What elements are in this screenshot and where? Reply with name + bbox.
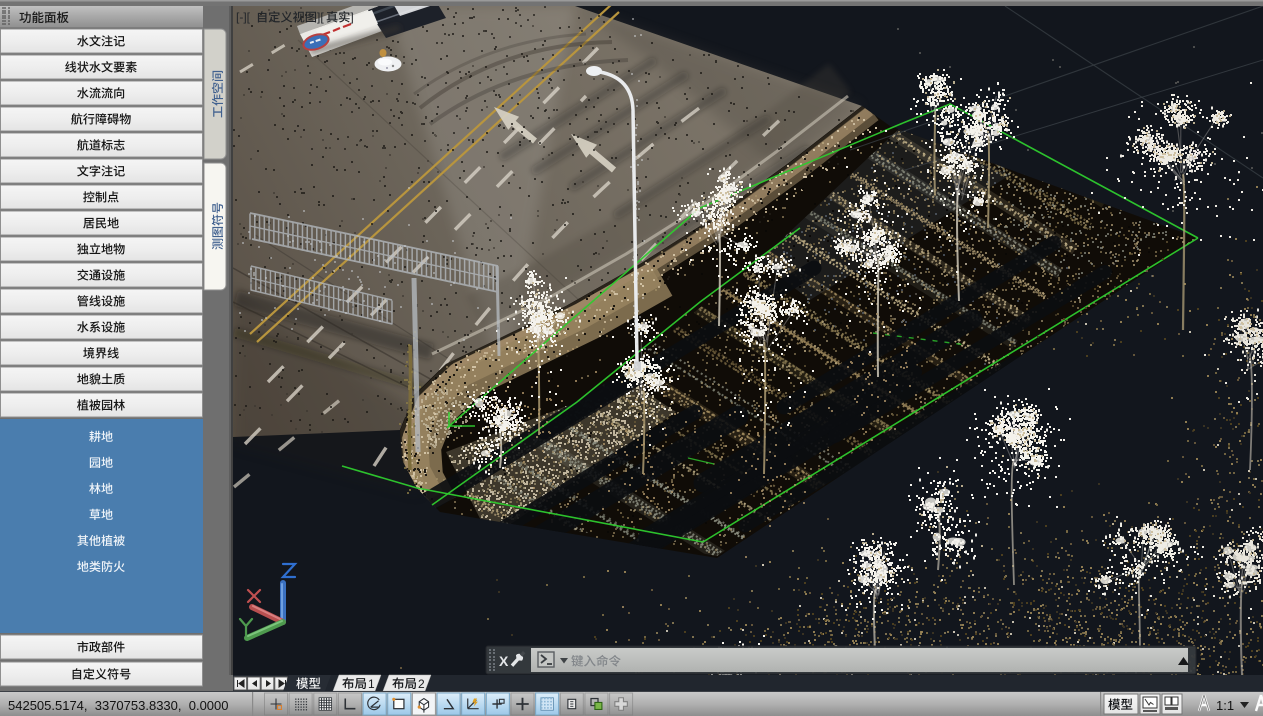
svg-text:X: X <box>499 653 509 669</box>
svg-text:]: ] <box>350 10 353 24</box>
svg-text:2: 2 <box>418 677 425 691</box>
svg-text:[-][: [-][ <box>236 10 251 24</box>
svg-text:542505.5174, 3370753.8330, 0: 542505.5174, 3370753.8330, 0.0000 <box>8 698 229 713</box>
svg-text:1:1: 1:1 <box>1216 698 1234 713</box>
svg-text:1: 1 <box>368 677 375 691</box>
svg-text:][: ][ <box>317 10 324 24</box>
